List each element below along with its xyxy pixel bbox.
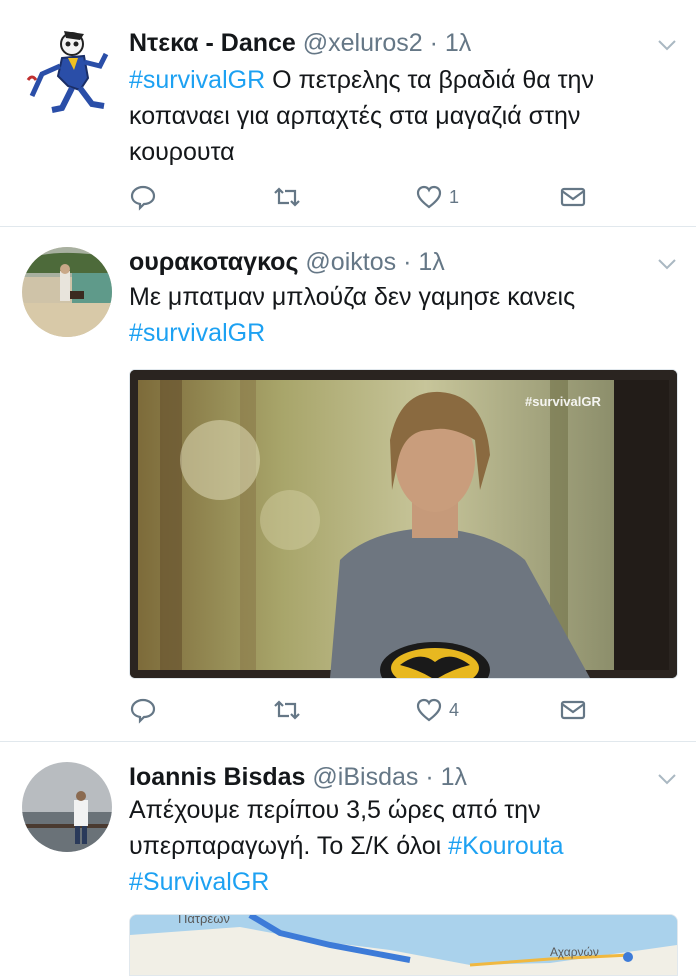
- reply-icon: [130, 698, 156, 724]
- retweet-icon: [274, 700, 300, 720]
- retweet-button[interactable]: [273, 693, 307, 727]
- like-count: 1: [449, 186, 460, 207]
- timestamp[interactable]: 1λ: [445, 29, 471, 57]
- avatar[interactable]: [22, 247, 112, 337]
- heart-icon: [416, 185, 442, 209]
- tweet-header: Ioannis Bisdas @iBisdas · 1λ: [129, 762, 467, 792]
- envelope-icon: [560, 700, 586, 720]
- separator-dot: ·: [403, 248, 412, 276]
- user-handle[interactable]: @iBisdas: [312, 763, 418, 791]
- like-count: 4: [449, 699, 460, 720]
- tweet-2[interactable]: ουρακοταγκος @oiktos · 1λ Με μπατμαν μπλ…: [0, 227, 696, 742]
- display-name[interactable]: Ioannis Bisdas: [129, 763, 305, 791]
- tweet-3[interactable]: Ioannis Bisdas @iBisdas · 1λ Απέχουμε πε…: [0, 742, 696, 976]
- tweet-media-photo[interactable]: #survivalGR: [129, 369, 678, 679]
- like-button[interactable]: 4: [415, 693, 459, 727]
- user-handle[interactable]: @oiktos: [305, 248, 396, 276]
- chevron-down-icon[interactable]: [656, 253, 678, 275]
- display-name[interactable]: ουρακοταγκος: [129, 248, 298, 276]
- user-handle[interactable]: @xeluros2: [303, 29, 423, 57]
- tweet-header: ουρακοταγκος @oiktos · 1λ: [129, 247, 445, 277]
- tweet-actions: 4: [129, 693, 629, 727]
- tweet-body: Με μπατμαν μπλούζα δεν γαμησε κανεις: [129, 283, 576, 311]
- map-label: Πατρέων: [178, 914, 230, 926]
- tweet-actions: 1: [129, 180, 629, 214]
- tv-watermark: #survivalGR: [525, 394, 601, 409]
- direct-message-button[interactable]: [559, 180, 587, 214]
- hashtag-link[interactable]: #survivalGR: [129, 66, 265, 94]
- tv-screen-photo: [130, 370, 677, 678]
- display-name[interactable]: Ντεκα - Dance: [129, 29, 296, 57]
- direct-message-button[interactable]: [559, 693, 587, 727]
- chevron-down-icon[interactable]: [656, 768, 678, 790]
- skeleton-dancer-avatar-image: [22, 26, 112, 116]
- tweet-text: #survivalGR Ο πετρελης τα βραδιά θα την …: [129, 62, 636, 170]
- timestamp[interactable]: 1λ: [418, 248, 444, 276]
- seaside-photo-avatar-image: [22, 762, 112, 852]
- reply-button[interactable]: [129, 693, 163, 727]
- retweet-button[interactable]: [273, 180, 307, 214]
- tweet-text: Απέχουμε περίπου 3,5 ώρες από την υπερπα…: [129, 792, 636, 900]
- tweet-media-map[interactable]: Πατρέων Αχαρνών: [129, 914, 678, 976]
- heart-icon: [416, 698, 442, 722]
- avatar[interactable]: [22, 26, 112, 116]
- tweet-text: Με μπατμαν μπλούζα δεν γαμησε κανεις #su…: [129, 279, 636, 351]
- beach-photo-avatar-image: [22, 247, 112, 337]
- tweet-1[interactable]: Ντεκα - Dance @xeluros2 · 1λ #survivalGR…: [0, 0, 696, 227]
- avatar[interactable]: [22, 762, 112, 852]
- retweet-icon: [274, 187, 300, 207]
- hashtag-link[interactable]: #survivalGR: [129, 315, 636, 351]
- tweet-header: Ντεκα - Dance @xeluros2 · 1λ: [129, 28, 471, 58]
- chevron-down-icon[interactable]: [656, 34, 678, 56]
- separator-dot: ·: [429, 29, 438, 57]
- like-button[interactable]: 1: [415, 180, 459, 214]
- timestamp[interactable]: 1λ: [441, 763, 467, 791]
- hashtag-link[interactable]: #Kourouta: [448, 832, 563, 860]
- reply-icon: [130, 185, 156, 211]
- reply-button[interactable]: [129, 180, 163, 214]
- envelope-icon: [560, 187, 586, 207]
- separator-dot: ·: [425, 763, 434, 791]
- hashtag-link[interactable]: #SurvivalGR: [129, 868, 269, 896]
